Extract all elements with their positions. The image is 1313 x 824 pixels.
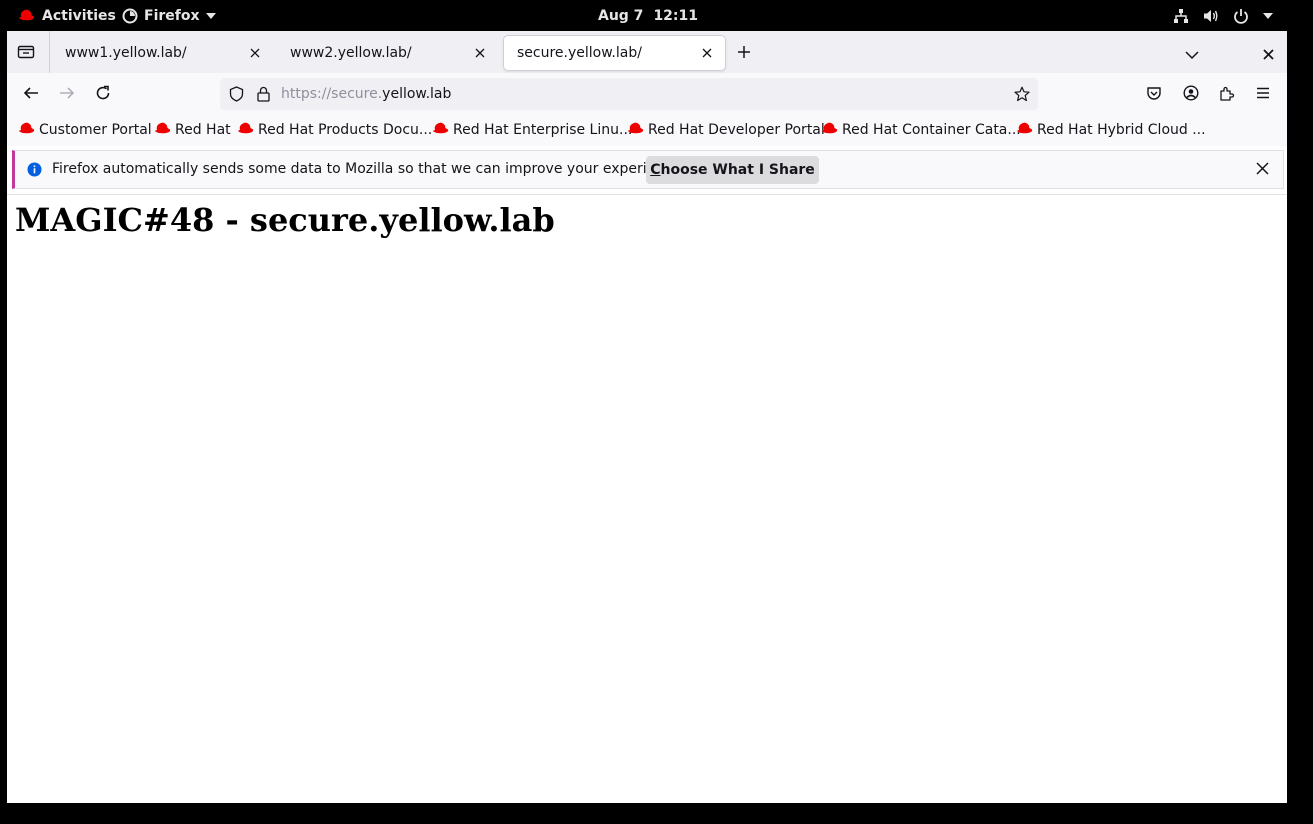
tab-www2[interactable]: www2.yellow.lab/ bbox=[277, 36, 498, 70]
pocket-icon[interactable] bbox=[1146, 85, 1162, 105]
power-icon bbox=[1233, 8, 1249, 24]
redhat-favicon-icon bbox=[154, 122, 171, 139]
url-prefix: https://secure. bbox=[281, 86, 383, 102]
bookmark-red-hat[interactable]: Red Hat bbox=[154, 114, 231, 146]
lock-icon[interactable] bbox=[256, 86, 271, 106]
url-domain: yellow.lab bbox=[382, 86, 452, 102]
chevron-down-icon[interactable] bbox=[1185, 45, 1199, 64]
bookmark-products-docs[interactable]: Red Hat Products Docu... bbox=[237, 114, 432, 146]
plus-icon[interactable] bbox=[737, 44, 751, 63]
tab-separator bbox=[49, 31, 50, 73]
button-accesskey: C bbox=[650, 162, 661, 178]
bookmark-label: Red Hat Enterprise Linu... bbox=[453, 122, 633, 138]
reload-icon[interactable] bbox=[95, 85, 111, 105]
close-icon[interactable] bbox=[1256, 162, 1269, 179]
redhat-logo-icon bbox=[18, 9, 35, 22]
bookmarks-toolbar: Customer Portal Red Hat Red Hat Products… bbox=[7, 114, 1287, 146]
tab-www1[interactable]: www1.yellow.lab/ bbox=[52, 36, 273, 70]
system-top-bar: Activities Firefox Aug 7 12:11 bbox=[0, 0, 1313, 31]
redhat-favicon-icon bbox=[627, 122, 644, 139]
page-heading: MAGIC#48 - secure.yellow.lab bbox=[15, 201, 555, 239]
bookmark-label: Red Hat Products Docu... bbox=[258, 122, 433, 138]
activities-label: Activities bbox=[42, 7, 116, 24]
tab-title: www2.yellow.lab/ bbox=[290, 45, 412, 61]
button-label: hoose What I Share bbox=[660, 162, 815, 178]
app-menu-label: Firefox bbox=[144, 7, 200, 24]
close-icon[interactable] bbox=[247, 45, 263, 61]
extensions-icon[interactable] bbox=[1219, 85, 1235, 105]
network-icon bbox=[1173, 8, 1189, 24]
close-icon[interactable] bbox=[699, 45, 715, 61]
bookmark-hybrid-cloud[interactable]: Red Hat Hybrid Cloud ... bbox=[1016, 114, 1206, 146]
close-icon[interactable] bbox=[1263, 45, 1274, 64]
redhat-favicon-icon bbox=[432, 122, 449, 139]
chevron-down-icon bbox=[1263, 12, 1273, 19]
choose-what-i-share-button[interactable]: Choose What I Share bbox=[646, 156, 819, 184]
info-icon bbox=[27, 162, 42, 181]
shield-icon[interactable] bbox=[229, 86, 244, 106]
address-bar[interactable]: https://secure.yellow.lab bbox=[220, 78, 1038, 110]
volume-icon bbox=[1203, 8, 1219, 24]
tab-title: secure.yellow.lab/ bbox=[517, 45, 642, 61]
url-text[interactable]: https://secure.yellow.lab bbox=[281, 78, 451, 110]
bookmark-label: Red Hat bbox=[175, 122, 231, 138]
firefox-window: www1.yellow.lab/ www2.yellow.lab/ secure… bbox=[7, 31, 1287, 803]
redhat-favicon-icon bbox=[821, 122, 838, 139]
tab-strip: www1.yellow.lab/ www2.yellow.lab/ secure… bbox=[7, 31, 1287, 73]
web-page-content: MAGIC#48 - secure.yellow.lab bbox=[7, 195, 1287, 803]
activities-button[interactable]: Activities bbox=[18, 0, 116, 31]
tab-secure[interactable]: secure.yellow.lab/ bbox=[504, 36, 725, 70]
redhat-favicon-icon bbox=[1016, 122, 1033, 139]
bookmark-label: Red Hat Hybrid Cloud ... bbox=[1037, 122, 1206, 138]
bookmark-star-icon[interactable] bbox=[1014, 86, 1030, 106]
app-menu[interactable]: Firefox bbox=[122, 0, 216, 31]
bookmark-developer-portal[interactable]: Red Hat Developer Portal bbox=[627, 114, 825, 146]
tab-title: www1.yellow.lab/ bbox=[65, 45, 187, 61]
bookmark-customer-portal[interactable]: Customer Portal bbox=[18, 114, 152, 146]
account-icon[interactable] bbox=[1183, 85, 1199, 105]
system-tray[interactable] bbox=[1173, 0, 1273, 31]
hamburger-menu-icon[interactable] bbox=[1255, 85, 1271, 105]
close-icon[interactable] bbox=[472, 45, 488, 61]
bookmark-label: Red Hat Developer Portal bbox=[648, 122, 825, 138]
clock-date: Aug 7 bbox=[597, 7, 644, 24]
firefox-app-icon bbox=[122, 8, 138, 24]
bookmark-label: Red Hat Container Cata... bbox=[842, 122, 1021, 138]
notification-message: Firefox automatically sends some data to… bbox=[52, 161, 685, 177]
clock[interactable]: Aug 7 12:11 bbox=[580, 0, 716, 31]
forward-arrow-icon[interactable] bbox=[59, 85, 75, 105]
redhat-favicon-icon bbox=[237, 122, 254, 139]
bookmark-container-catalog[interactable]: Red Hat Container Cata... bbox=[821, 114, 1021, 146]
bookmark-label: Customer Portal bbox=[39, 122, 152, 138]
clock-time: 12:11 bbox=[653, 7, 699, 24]
redhat-favicon-icon bbox=[18, 122, 35, 139]
chevron-down-icon bbox=[205, 12, 216, 19]
back-arrow-icon[interactable] bbox=[23, 85, 39, 105]
navigation-toolbar: https://secure.yellow.lab bbox=[7, 73, 1287, 114]
firefox-view-icon[interactable] bbox=[17, 43, 35, 63]
bookmark-enterprise-linux[interactable]: Red Hat Enterprise Linu... bbox=[432, 114, 632, 146]
data-collection-notification: Firefox automatically sends some data to… bbox=[12, 150, 1284, 189]
